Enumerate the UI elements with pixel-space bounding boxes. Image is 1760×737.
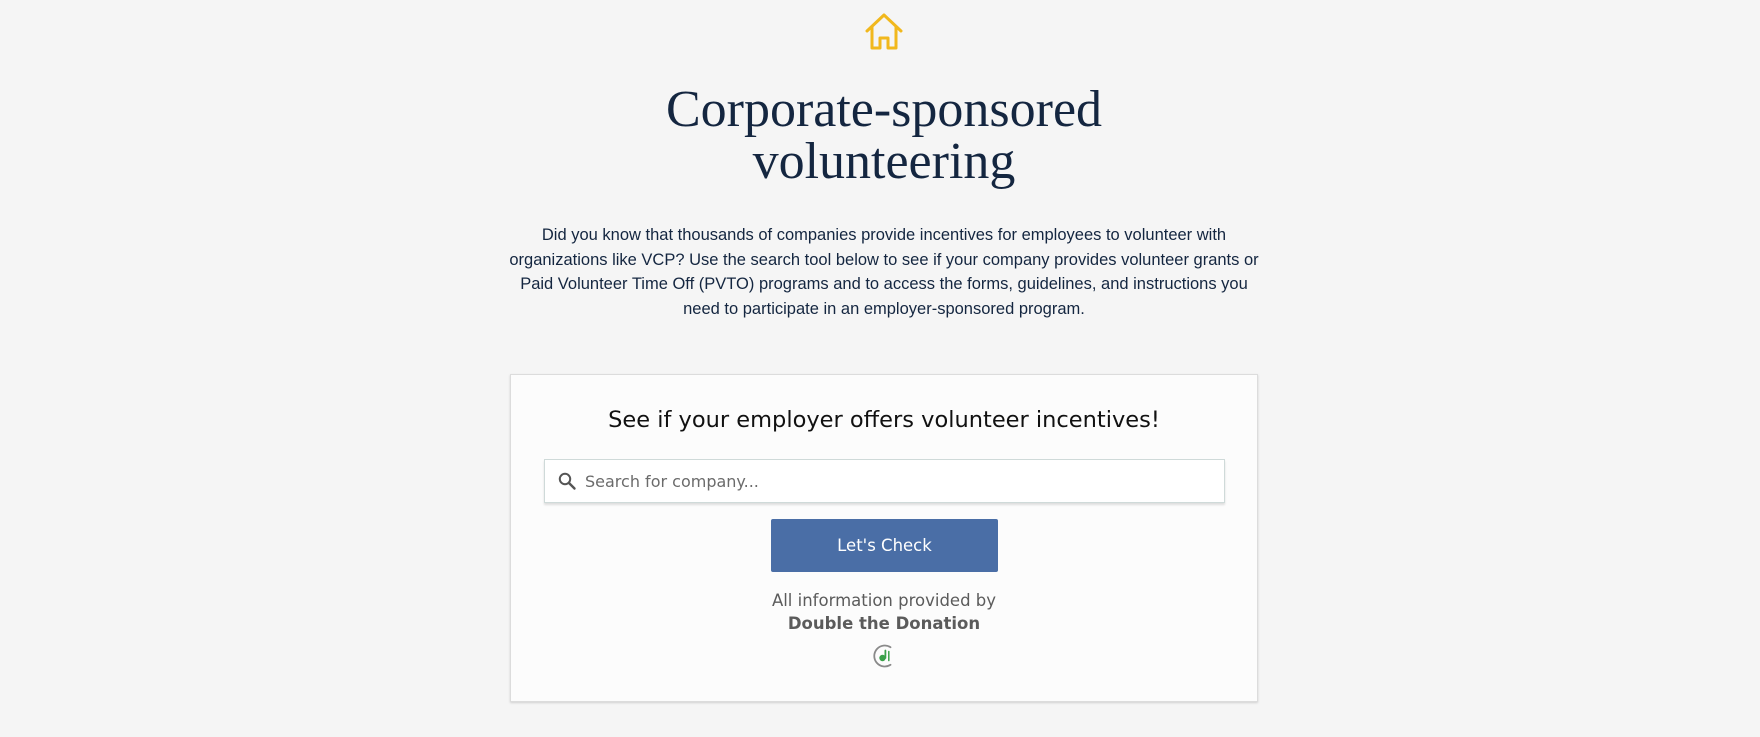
lets-check-button[interactable]: Let's Check [771, 519, 998, 572]
double-the-donation-logo-icon[interactable] [872, 643, 898, 669]
intro-text: Did you know that thousands of companies… [509, 226, 1259, 318]
home-icon [865, 13, 903, 50]
page-title: Corporate-sponsored volunteering [0, 84, 1760, 188]
company-search-input[interactable] [585, 460, 1215, 502]
page-title-line-1: Corporate-sponsored [665, 81, 1103, 138]
card-heading: See if your employer offers volunteer in… [608, 407, 1160, 433]
employer-search-card: See if your employer offers volunteer in… [510, 374, 1258, 702]
provided-by-text: All information provided by [771, 591, 997, 610]
search-icon [558, 472, 576, 490]
provider-name[interactable]: Double the Donation [511, 612, 1257, 636]
page-title-line-2: volunteering [752, 133, 1016, 190]
search-box[interactable] [544, 459, 1225, 503]
